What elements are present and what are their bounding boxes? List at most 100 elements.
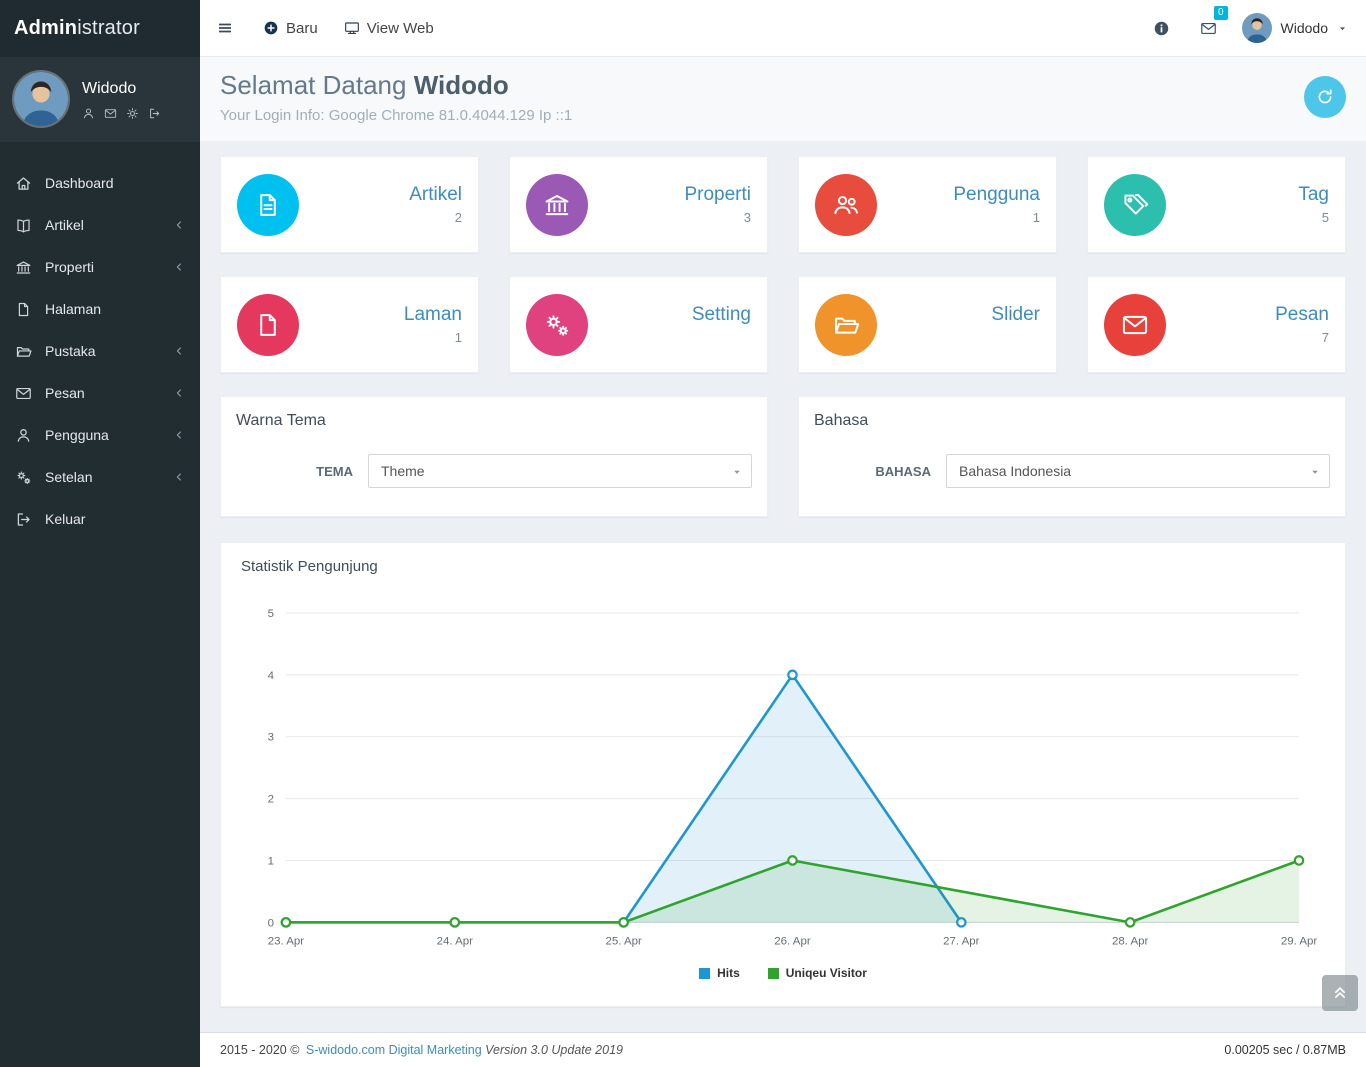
infobox-properti[interactable]: Properti 3: [509, 156, 768, 253]
svg-text:24. Apr: 24. Apr: [437, 935, 474, 947]
welcome-block: Selamat Datang Widodo Your Login Info: G…: [220, 70, 572, 124]
infobox-slider[interactable]: Slider: [798, 276, 1057, 373]
folder-open-icon: [832, 311, 860, 339]
svg-text:4: 4: [268, 670, 275, 682]
infobox-row-2: Laman 1 Setting Slider Pesan7: [220, 276, 1346, 373]
sidebar-toggle-button[interactable]: [200, 0, 250, 57]
infobox-pesan[interactable]: Pesan7: [1087, 276, 1346, 373]
refresh-button[interactable]: [1304, 76, 1346, 118]
sidebar-menu: Dashboard Artikel Properti Halaman Pusta…: [0, 162, 200, 540]
main-footer: 2015 - 2020 © S-widodo.com Digital Marke…: [200, 1032, 1366, 1067]
view-web-button[interactable]: View Web: [331, 0, 447, 57]
folder-open-icon: [15, 343, 32, 360]
main-header: Administrator Baru View Web 0: [0, 0, 1366, 57]
welcome-user-name: Widodo: [414, 70, 509, 100]
app-logo[interactable]: Administrator: [0, 0, 200, 57]
infobox-pengguna[interactable]: Pengguna 1: [798, 156, 1057, 253]
svg-text:25. Apr: 25. Apr: [605, 935, 642, 947]
user-icon: [15, 427, 32, 444]
infobox-title[interactable]: Properti: [588, 184, 751, 206]
infobox-count: 1: [877, 210, 1040, 225]
infobox-setting[interactable]: Setting: [509, 276, 768, 373]
new-button-label: Baru: [286, 20, 318, 37]
infobox-title[interactable]: Tag: [1166, 184, 1329, 206]
infobox-count: 2: [299, 210, 462, 225]
sidebar-item-setelan[interactable]: Setelan: [0, 456, 200, 498]
svg-text:27. Apr: 27. Apr: [943, 935, 980, 947]
svg-text:23. Apr: 23. Apr: [268, 935, 305, 947]
welcome-prefix: Selamat Datang: [220, 70, 406, 100]
legend-item-hits[interactable]: Hits: [699, 966, 740, 980]
infobox-tag[interactable]: Tag5: [1087, 156, 1346, 253]
sidebar-item-pengguna[interactable]: Pengguna: [0, 414, 200, 456]
infobox-title[interactable]: Pengguna: [877, 184, 1040, 206]
user-menu[interactable]: Widodo: [1232, 0, 1366, 57]
sidebar-item-label: Setelan: [45, 469, 92, 485]
sidebar-item-halaman[interactable]: Halaman: [0, 288, 200, 330]
sidebar-item-keluar[interactable]: Keluar: [0, 498, 200, 540]
sidebar-item-label: Keluar: [45, 511, 85, 527]
language-panel-title: Bahasa: [799, 397, 1345, 434]
messages-button[interactable]: 0: [1185, 0, 1232, 57]
chevrons-up-icon: [1331, 984, 1349, 1002]
sign-out-icon: [15, 511, 32, 528]
infobox-artikel[interactable]: Artikel 2: [220, 156, 479, 253]
file-icon: [15, 301, 32, 318]
gears-icon: [543, 311, 571, 339]
sidebar-item-label: Dashboard: [45, 175, 114, 191]
sidebar-item-dashboard[interactable]: Dashboard: [0, 162, 200, 204]
desktop-icon: [344, 20, 360, 36]
scroll-top-button[interactable]: [1322, 975, 1358, 1011]
logo-text-light: istrator: [77, 17, 140, 40]
theme-panel: Warna Tema TEMA Theme: [220, 396, 768, 517]
chart-legend: Hits Uniqeu Visitor: [241, 966, 1325, 980]
info-button[interactable]: [1138, 0, 1185, 57]
sidebar-item-artikel[interactable]: Artikel: [0, 204, 200, 246]
info-circle-icon: [1153, 20, 1170, 37]
chevron-left-icon: [173, 261, 185, 273]
sign-out-icon[interactable]: [148, 107, 161, 120]
envelope-icon: [15, 385, 32, 402]
chevron-left-icon: [173, 471, 185, 483]
caret-down-icon: [731, 466, 743, 478]
caret-down-icon: [1337, 23, 1348, 34]
language-select[interactable]: Bahasa Indonesia: [946, 454, 1330, 488]
envelope-icon[interactable]: [104, 107, 117, 120]
tags-icon: [1121, 191, 1149, 219]
sidebar-item-pustaka[interactable]: Pustaka: [0, 330, 200, 372]
legend-swatch-hits: [699, 968, 710, 979]
sidebar-item-label: Artikel: [45, 217, 84, 233]
infobox-title[interactable]: Artikel: [299, 184, 462, 206]
sidebar-user-panel: Widodo: [0, 57, 200, 142]
sidebar-item-label: Pustaka: [45, 343, 96, 359]
chevron-left-icon: [173, 387, 185, 399]
infobox-title[interactable]: Laman: [299, 304, 462, 326]
user-icon[interactable]: [82, 107, 95, 120]
statistics-panel: Statistik Pengunjung 01234523. Apr24. Ap…: [220, 542, 1346, 1007]
infobox-count: 3: [588, 210, 751, 225]
messages-badge: 0: [1214, 6, 1228, 20]
gear-icon[interactable]: [126, 107, 139, 120]
legend-item-unique-visitor[interactable]: Uniqeu Visitor: [768, 966, 867, 980]
sidebar-item-pesan[interactable]: Pesan: [0, 372, 200, 414]
svg-text:28. Apr: 28. Apr: [1112, 935, 1149, 947]
infobox-icon-circle: [526, 174, 588, 236]
infobox-count: [877, 330, 1040, 345]
new-button[interactable]: Baru: [250, 0, 331, 57]
infobox-count: 1: [299, 330, 462, 345]
footer-link[interactable]: S-widodo.com Digital Marketing: [306, 1043, 482, 1057]
footer-copyright: 2015 - 2020 ©: [220, 1043, 299, 1057]
language-select-value: Bahasa Indonesia: [959, 463, 1071, 479]
user-menu-name: Widodo: [1281, 20, 1328, 36]
infobox-icon-circle: [815, 294, 877, 356]
sidebar-avatar: [12, 70, 70, 128]
infobox-row-1: Artikel 2 Properti 3 Pengguna 1 Tag5: [220, 156, 1346, 253]
sidebar-item-properti[interactable]: Properti: [0, 246, 200, 288]
infobox-title[interactable]: Slider: [877, 304, 1040, 326]
infobox-laman[interactable]: Laman 1: [220, 276, 479, 373]
infobox-title[interactable]: Setting: [588, 304, 751, 326]
svg-text:2: 2: [268, 794, 274, 806]
infobox-title[interactable]: Pesan: [1166, 304, 1329, 326]
theme-select[interactable]: Theme: [368, 454, 752, 488]
sidebar-item-label: Properti: [45, 259, 94, 275]
